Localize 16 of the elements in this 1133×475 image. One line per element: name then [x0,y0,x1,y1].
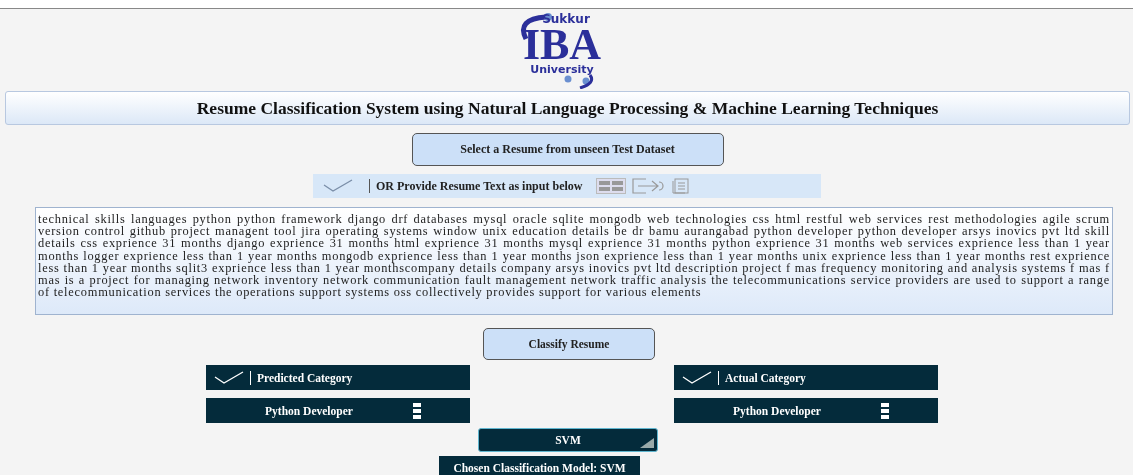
chosen-model-label: Chosen Classification Model: SVM [439,456,640,475]
menu-icon[interactable] [412,402,421,419]
resume-text-area[interactable]: technical skills languages python python framework django drf databases mysql oracle sqlite mongodb web technologies css html restful web services rest methodologies agile scrum version control github project managent tool jira operating systems window unix education details be dr bamu aurangabad python developer python developer arsys inovics pvt ltd skill details css exprience 31 months django exprience 31 months html exprience 31 months mysql exprience 31 months python exprience 31 months web services exprience less than 1 year months logger exprience less than 1 year months mongodb exprience less than 1 year months json exprience less than 1 year months unix exprience less than 1 year months rest exprience less than 1 year months sqlit3 exprience less than 1 year monthscompany details company arsys inovics pvt ltd description project f mas frequency monitoring and analysis systems f mas f mas is a project for managing network inventory network communication fault management network traffic analysis the telecommunications service providers are used to support a range of telecommunication services the operations support systems oss collectively provides support for various elements [35,207,1113,315]
title-bar: Resume Classification System using Natural Language Processing & Machine Learning Techniques [5,91,1130,125]
model-dropdown[interactable]: SVM [478,428,658,452]
category-value-field: Python Developer [674,398,938,423]
corner-triangle-icon [640,438,654,448]
select-resume-button[interactable]: Select a Resume from unseen Test Dataset [411,133,724,166]
checkmark-icon[interactable] [323,179,353,193]
category-label: Predicted Category [257,371,353,384]
category-label: Actual Category [725,371,806,384]
classify-button[interactable]: Classify Resume [483,328,655,360]
menu-icon[interactable] [880,402,889,419]
input-option-label: OR Provide Resume Text as input below [376,178,583,194]
university-logo: Sukkur IBA University [505,9,616,89]
category-value-field: Python Developer [206,398,470,423]
